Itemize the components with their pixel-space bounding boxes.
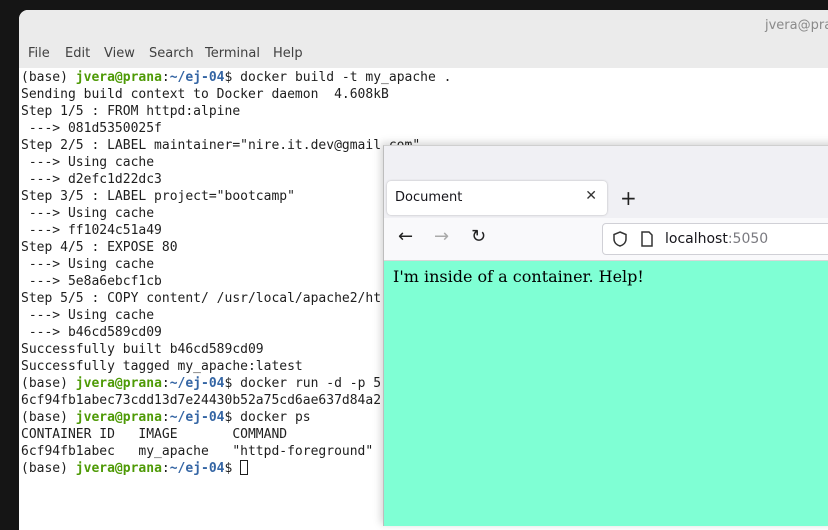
prompt-dollar: $ xyxy=(224,70,241,85)
back-arrow-icon[interactable]: ← xyxy=(398,226,413,247)
page-text: I'm inside of a container. Help! xyxy=(393,267,644,286)
output-text: 6cf94fb1abec73cdd13d7e24430b52a75cd6ae63… xyxy=(21,393,382,408)
url-port: :5050 xyxy=(727,231,769,247)
output-text: Step 4/5 : EXPOSE 80 xyxy=(21,240,178,255)
output-text: ---> 5e8a6ebcf1cb xyxy=(21,274,162,289)
prompt-path: ~/ej-04 xyxy=(169,376,225,391)
output-text: Sending build context to Docker daemon 4… xyxy=(21,87,389,102)
menu-help[interactable]: Help xyxy=(273,46,303,61)
command-text: docker build -t my_apache . xyxy=(240,70,452,85)
url-bar[interactable]: localhost:5050 xyxy=(602,223,828,255)
browser-window: Document ✕ + ← → ↻ localhost:5050 I'm in… xyxy=(383,145,828,526)
close-icon[interactable]: ✕ xyxy=(585,188,597,204)
output-text: ---> Using cache xyxy=(21,206,155,221)
output-text: Successfully tagged my_apache:latest xyxy=(21,359,303,374)
browser-tabstrip: Document ✕ + xyxy=(384,146,828,216)
output-text: ---> d2efc1d22dc3 xyxy=(21,172,162,187)
prompt-path: ~/ej-04 xyxy=(169,461,225,476)
output-text: ---> Using cache xyxy=(21,155,155,170)
prompt-user: jvera@prana xyxy=(75,70,162,85)
terminal-output-line: ---> 081d5350025f xyxy=(21,120,452,137)
output-text: ---> Using cache xyxy=(21,308,155,323)
browser-navbar: ← → ↻ localhost:5050 xyxy=(384,218,828,261)
output-text: ---> ff1024c51a49 xyxy=(21,223,162,238)
menu-file[interactable]: File xyxy=(28,46,50,61)
prompt-path: ~/ej-04 xyxy=(169,410,225,425)
output-text: 6cf94fb1abec my_apache "httpd-foreground… xyxy=(21,444,374,459)
prompt-colon: : xyxy=(161,461,170,476)
prompt-user: jvera@prana xyxy=(75,410,162,425)
tab-document[interactable]: Document ✕ xyxy=(387,181,607,215)
shield-icon[interactable] xyxy=(611,230,629,252)
page-info-icon[interactable] xyxy=(639,230,655,252)
page-content: I'm inside of a container. Help! xyxy=(384,261,828,526)
terminal-menubar: File Edit View Search Terminal Help xyxy=(19,40,828,68)
output-text: ---> b46cd589cd09 xyxy=(21,325,162,340)
terminal-output-line: Step 1/5 : FROM httpd:alpine xyxy=(21,103,452,120)
output-text: ---> Using cache xyxy=(21,257,155,272)
prompt-dollar: $ xyxy=(224,461,241,476)
reload-icon[interactable]: ↻ xyxy=(471,226,486,247)
menu-edit[interactable]: Edit xyxy=(65,46,90,61)
terminal-output-line: Sending build context to Docker daemon 4… xyxy=(21,86,452,103)
url-host: localhost xyxy=(665,231,728,247)
prompt-dollar: $ xyxy=(224,410,241,425)
url-text: localhost:5050 xyxy=(665,231,768,247)
terminal-titlebar[interactable]: jvera@prana xyxy=(19,10,828,40)
terminal-title: jvera@prana xyxy=(765,18,828,33)
output-text: Step 5/5 : COPY content/ /usr/local/apac… xyxy=(21,291,382,306)
prompt-env: (base) xyxy=(21,376,76,391)
prompt-dollar: $ xyxy=(224,376,241,391)
output-text: Successfully built b46cd589cd09 xyxy=(21,342,264,357)
new-tab-icon[interactable]: + xyxy=(620,186,637,210)
prompt-user: jvera@prana xyxy=(75,461,162,476)
prompt-user: jvera@prana xyxy=(75,376,162,391)
prompt-env: (base) xyxy=(21,70,76,85)
prompt-env: (base) xyxy=(21,410,76,425)
output-text: ---> 081d5350025f xyxy=(21,121,162,136)
output-text: Step 1/5 : FROM httpd:alpine xyxy=(21,104,241,119)
menu-terminal[interactable]: Terminal xyxy=(205,46,260,61)
menu-view[interactable]: View xyxy=(104,46,135,61)
prompt-colon: : xyxy=(161,376,170,391)
terminal-command-line: (base) jvera@prana:~/ej-04$ docker build… xyxy=(21,69,452,86)
prompt-path: ~/ej-04 xyxy=(169,70,225,85)
tab-title: Document xyxy=(395,190,463,205)
forward-arrow-icon[interactable]: → xyxy=(434,226,449,247)
command-text: docker run -d -p 5 xyxy=(240,376,382,391)
menu-search[interactable]: Search xyxy=(149,46,194,61)
output-text: Step 3/5 : LABEL project="bootcamp" xyxy=(21,189,295,204)
prompt-colon: : xyxy=(161,410,170,425)
output-text: CONTAINER ID IMAGE COMMAND xyxy=(21,427,288,442)
prompt-env: (base) xyxy=(21,461,76,476)
output-text: Step 2/5 : LABEL maintainer="nire.it.dev… xyxy=(21,138,421,153)
command-text: docker ps xyxy=(240,410,311,425)
terminal-cursor xyxy=(240,460,249,475)
prompt-colon: : xyxy=(161,70,170,85)
